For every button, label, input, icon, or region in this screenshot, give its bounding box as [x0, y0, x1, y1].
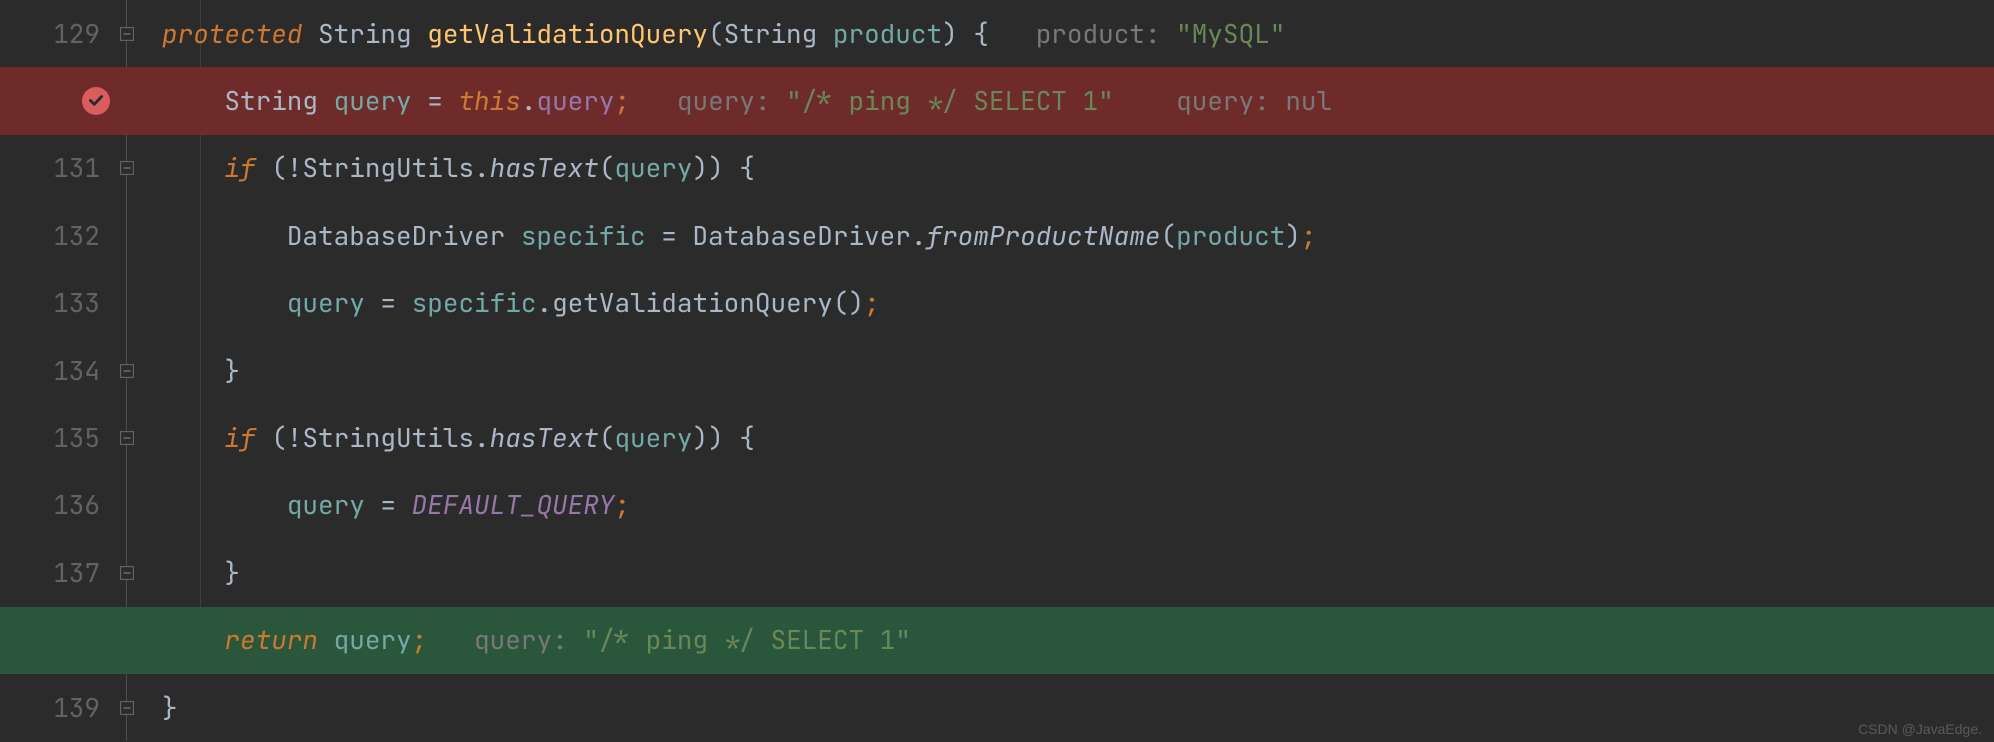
line-number: 135 [0, 425, 120, 451]
inline-hint-value: "MySQL" [1176, 16, 1285, 51]
inline-hint: query: [1176, 83, 1285, 118]
fold-end-icon[interactable] [120, 701, 134, 715]
line-number: 131 [0, 155, 120, 181]
fold-gutter[interactable] [120, 404, 162, 471]
code-content[interactable]: } [162, 539, 1994, 606]
code-line[interactable]: 129 protected String getValidationQuery(… [0, 0, 1994, 67]
fold-end-icon[interactable] [120, 566, 134, 580]
breakpoint-icon[interactable] [82, 87, 110, 115]
line-number: 139 [0, 695, 120, 721]
fold-gutter[interactable] [120, 202, 162, 269]
code-line[interactable]: 134 } [0, 337, 1994, 404]
code-content[interactable]: } [162, 337, 1994, 404]
inline-hint: query: [474, 622, 583, 657]
code-line[interactable]: 139 } [0, 674, 1994, 741]
fold-gutter[interactable] [120, 539, 162, 606]
fold-gutter[interactable] [120, 674, 162, 741]
code-content[interactable]: protected String getValidationQuery(Stri… [162, 0, 1994, 67]
code-line[interactable]: 138 return query; query: "/* ping */ SEL… [0, 607, 1994, 674]
code-content[interactable]: DatabaseDriver specific = DatabaseDriver… [162, 202, 1994, 269]
line-number: 133 [0, 290, 120, 316]
fold-minus-icon[interactable] [120, 431, 134, 445]
code-content[interactable]: String query = this.query; query: "/* pi… [162, 67, 1994, 134]
code-content[interactable]: return query; query: "/* ping */ SELECT … [162, 607, 1994, 674]
code-content[interactable]: query = DEFAULT_QUERY; [162, 472, 1994, 539]
fold-gutter[interactable] [120, 0, 162, 67]
inline-hint-value: "/* ping */ SELECT 1" [786, 83, 1114, 118]
code-line[interactable]: 131 if (!StringUtils.hasText(query)) { [0, 135, 1994, 202]
code-content[interactable]: } [162, 674, 1994, 741]
watermark-text: CSDN @JavaEdge. [1858, 722, 1982, 736]
inline-hint: product: [1036, 16, 1176, 51]
fold-gutter[interactable] [120, 270, 162, 337]
line-number: 129 [0, 21, 120, 47]
inline-hint: query: [677, 83, 786, 118]
fold-gutter[interactable] [120, 337, 162, 404]
fold-gutter[interactable] [120, 472, 162, 539]
line-number: 136 [0, 492, 120, 518]
code-content[interactable]: if (!StringUtils.hasText(query)) { [162, 404, 1994, 471]
fold-gutter[interactable] [120, 135, 162, 202]
fold-minus-icon[interactable] [120, 27, 134, 41]
code-line[interactable]: 137 } [0, 539, 1994, 606]
code-content[interactable]: if (!StringUtils.hasText(query)) { [162, 135, 1994, 202]
code-line[interactable]: 136 query = DEFAULT_QUERY; [0, 472, 1994, 539]
code-line[interactable]: 132 DatabaseDriver specific = DatabaseDr… [0, 202, 1994, 269]
fold-minus-icon[interactable] [120, 161, 134, 175]
code-line[interactable]: 135 if (!StringUtils.hasText(query)) { [0, 404, 1994, 471]
line-number: 137 [0, 560, 120, 586]
line-number: 134 [0, 358, 120, 384]
inline-hint-value: "/* ping */ SELECT 1" [583, 622, 911, 657]
code-line[interactable]: 130 String query = this.query; query: "/… [0, 67, 1994, 134]
code-content[interactable]: query = specific.getValidationQuery(); [162, 270, 1994, 337]
code-line[interactable]: 133 query = specific.getValidationQuery(… [0, 270, 1994, 337]
line-number: 132 [0, 223, 120, 249]
inline-hint-value: nul [1285, 83, 1332, 118]
fold-end-icon[interactable] [120, 364, 134, 378]
code-editor[interactable]: 129 protected String getValidationQuery(… [0, 0, 1994, 741]
